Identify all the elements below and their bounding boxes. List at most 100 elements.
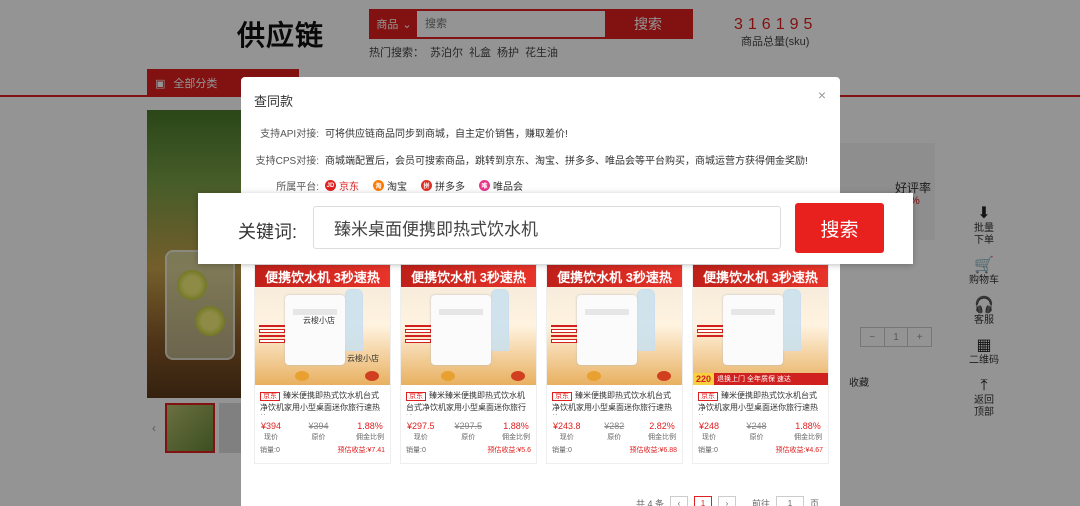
page-unit: 页 — [810, 498, 820, 506]
taobao-icon: 淘 — [373, 180, 384, 191]
close-icon[interactable]: × — [818, 87, 826, 103]
current-price: ¥394 现价 — [261, 421, 281, 442]
sales-count: 销量:0 — [406, 447, 426, 454]
feature-tag — [259, 335, 285, 337]
rate-value: 2.82% — [649, 421, 675, 431]
goto-label: 前往 — [752, 498, 771, 506]
estimated-earning: 预估收益:¥7.41 — [337, 447, 385, 454]
cps-text: 商城端配置后，会员可搜索商品，跳转到京东、淘宝、拼多多、唯品会等平台购买，商城运… — [325, 156, 808, 167]
platform-pinduoduo[interactable]: 拼 拼多多 — [421, 178, 465, 193]
price-value: ¥243.8 — [553, 421, 581, 431]
original-price: ¥282 原价 — [604, 421, 624, 442]
feature-tag — [405, 335, 431, 337]
platform-name: 京东 — [339, 182, 359, 193]
fruit-decoration — [295, 371, 309, 381]
fruit-decoration — [511, 371, 525, 381]
platform-label: 所属平台: — [276, 182, 319, 193]
api-label: 支持API对接: — [260, 129, 319, 140]
commission-rate: 1.88% 佣金比例 — [356, 421, 384, 442]
prev-page-button[interactable]: ‹ — [670, 496, 689, 506]
orig-price-value: ¥248 — [746, 421, 767, 431]
price-value: ¥248 — [699, 421, 720, 431]
product-card-image: 便携饮水机 3秒速热 220 退换上门 全年质保 速达 — [693, 265, 828, 385]
orig-price-value: ¥394 — [308, 421, 329, 431]
current-price: ¥297.5 现价 — [407, 421, 435, 442]
water-dispenser-image — [431, 295, 491, 365]
vip-icon: 唯 — [479, 180, 490, 191]
page-number[interactable]: 1 — [694, 496, 713, 506]
product-card-image: 便携饮水机 3秒速热 — [401, 265, 536, 385]
fruit-decoration — [587, 371, 601, 381]
feature-tags — [405, 325, 431, 343]
rate-value: 1.88% — [795, 421, 821, 431]
estimated-earning: 预估收益:¥5.6 — [487, 447, 531, 454]
platform-name: 淘宝 — [387, 182, 407, 193]
water-bottle-image — [491, 289, 509, 351]
product-card[interactable]: 便携饮水机 3秒速热 220 退换上门 全年质保 速达 京东 臻米便携即热式饮水机… — [692, 264, 829, 464]
keyword-input[interactable] — [313, 206, 781, 249]
watermark-text: 云梭小店 — [303, 316, 335, 325]
feature-tag — [551, 339, 577, 343]
price-label: 现价 — [413, 434, 428, 441]
product-card[interactable]: 便携饮水机 3秒速热 云梭小店 云梭小店 京东 臻米便携即热式饮水机台式净饮机家用… — [254, 264, 391, 464]
feature-tag — [259, 325, 285, 327]
water-dispenser-image — [285, 295, 345, 365]
goto-page-input[interactable]: 1 — [776, 496, 805, 506]
orig-price-label: 原价 — [749, 434, 764, 441]
platform-jd[interactable]: JD 京东 — [325, 178, 359, 193]
product-card[interactable]: 便携饮水机 3秒速热 京东 臻米臻米便携即热式饮水机台式净饮机家用小型桌面迷你旅行… — [400, 264, 537, 464]
promo-text: 退换上门 全年质保 速达 — [717, 376, 791, 383]
pinduoduo-icon: 拼 — [421, 180, 432, 191]
product-card-image: 便携饮水机 3秒速热 — [547, 265, 682, 385]
card-footer: 销量:0 预估收益:¥6.88 — [552, 445, 677, 455]
price-value: ¥297.5 — [407, 421, 435, 431]
card-footer: 销量:0 预估收益:¥4.67 — [698, 445, 823, 455]
feature-tag — [697, 335, 723, 337]
api-info-row: 支持API对接: 可将供应链商品同步到商城，自主定价销售，赚取差价! — [241, 125, 568, 140]
original-price: ¥297.5 原价 — [455, 421, 483, 442]
modal-title: 查同款 — [254, 94, 294, 109]
price-value: ¥394 — [261, 421, 282, 431]
card-prices: ¥297.5 现价 ¥297.5 原价 1.88% 佣金比例 — [401, 415, 536, 442]
rate-label: 佣金比例 — [648, 434, 676, 441]
watermark-text: 云梭小店 — [347, 354, 379, 363]
keyword-search-button[interactable]: 搜索 — [795, 203, 884, 253]
commission-rate: 2.82% 佣金比例 — [648, 421, 676, 442]
feature-tag — [405, 329, 431, 333]
water-bottle-image — [783, 289, 801, 351]
commission-rate: 1.88% 佣金比例 — [502, 421, 530, 442]
product-card-image: 便携饮水机 3秒速热 云梭小店 云梭小店 — [255, 265, 390, 385]
jd-icon: JD — [325, 180, 336, 191]
card-banner: 便携饮水机 3秒速热 — [255, 265, 390, 287]
card-title-block: 京东臻米便携即热式饮水机台式净饮机家用小型桌面迷你旅行速热烧... — [693, 385, 828, 415]
product-card[interactable]: 便携饮水机 3秒速热 京东 臻米便携即热式饮水机台式净饮机家用小型桌面迷你旅行速热… — [546, 264, 683, 464]
card-footer: 销量:0 预估收益:¥5.6 — [406, 445, 531, 455]
feature-tag — [405, 325, 431, 327]
fruit-decoration — [365, 371, 379, 381]
api-text: 可将供应链商品同步到商城，自主定价销售，赚取差价! — [325, 129, 568, 140]
feature-tag — [259, 329, 285, 333]
card-title-block: 京东臻米臻米便携即热式饮水机台式净饮机家用小型桌面迷你旅行速... — [401, 385, 536, 415]
platform-vip[interactable]: 唯 唯品会 — [479, 178, 523, 193]
next-page-button[interactable]: › — [718, 496, 737, 506]
platform-taobao[interactable]: 淘 淘宝 — [373, 178, 407, 193]
water-bottle-image — [637, 289, 655, 351]
price-label: 现价 — [559, 434, 574, 441]
sales-count: 销量:0 — [552, 447, 572, 454]
rate-label: 佣金比例 — [502, 434, 530, 441]
feature-tag — [697, 329, 723, 333]
water-bottle-image — [345, 289, 363, 351]
card-prices: ¥248 现价 ¥248 原价 1.88% 佣金比例 — [693, 415, 828, 442]
product-card-list: 便携饮水机 3秒速热 云梭小店 云梭小店 京东 臻米便携即热式饮水机台式净饮机家用… — [254, 264, 829, 464]
card-title-block: 京东臻米便携即热式饮水机台式净饮机家用小型桌面迷你旅行速热烧... — [255, 385, 390, 415]
feature-tags — [259, 325, 285, 343]
price-label: 现价 — [702, 434, 717, 441]
cps-label: 支持CPS对接: — [255, 156, 319, 167]
card-prices: ¥394 现价 ¥394 原价 1.88% 佣金比例 — [255, 415, 390, 442]
cps-info-row: 支持CPS对接: 商城端配置后，会员可搜索商品，跳转到京东、淘宝、拼多多、唯品会… — [241, 152, 808, 167]
current-price: ¥243.8 现价 — [553, 421, 581, 442]
promo-strip: 220 退换上门 全年质保 速达 — [693, 373, 828, 385]
original-price: ¥394 原价 — [309, 421, 329, 442]
platform-options: JD 京东 淘 淘宝 拼 拼多多 唯 唯品会 — [319, 178, 523, 193]
estimated-earning: 预估收益:¥4.67 — [775, 447, 823, 454]
